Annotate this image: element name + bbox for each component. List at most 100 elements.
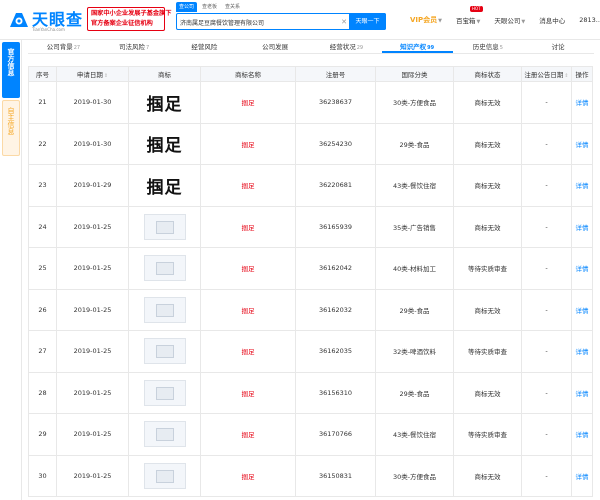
- table-row: 28 2019-01-25 掴足 36156310 29类-食品 商标无效 - 详情: [28, 371, 593, 414]
- tianyan-company-link[interactable]: 天眼公司▼: [494, 15, 525, 25]
- clear-icon[interactable]: ✕: [339, 17, 349, 27]
- trademark-cell: [128, 205, 201, 248]
- details-link[interactable]: 详情: [576, 141, 589, 149]
- tab-count: 29: [356, 45, 364, 51]
- trademark-status: 商标无效: [453, 122, 522, 165]
- section-tabs: 公司背景27 司法风险7 经营风险 公司发展 经营状况29 知识产权99 历史信…: [28, 40, 594, 54]
- user-account-link[interactable]: 2813...: [579, 16, 600, 24]
- top-nav: VIP会员▼ HOT 百宝箱▼ 天眼公司▼ 消息中心 2813...: [410, 6, 600, 26]
- details-link[interactable]: 详情: [576, 348, 589, 356]
- trademark-image[interactable]: [143, 421, 186, 448]
- col-header-status: 商标状态: [453, 66, 522, 82]
- apply-date: 2019-01-29: [56, 164, 129, 207]
- sort-icon[interactable]: ⇕: [104, 73, 108, 79]
- col-header-apply-date[interactable]: 申请日期⇕: [56, 66, 129, 82]
- trademark-image-placeholder: [155, 303, 174, 317]
- row-index: 22: [28, 122, 57, 165]
- row-index: 27: [28, 330, 57, 373]
- trademark-image-placeholder: [155, 262, 174, 276]
- vip-link[interactable]: VIP会员▼: [410, 15, 442, 25]
- trademark-status: 商标无效: [453, 205, 522, 248]
- tab-company-background[interactable]: 公司背景27: [28, 40, 99, 53]
- official-info-tab[interactable]: 官方信息: [2, 42, 20, 98]
- trademark-status: 商标无效: [453, 454, 522, 497]
- intl-class: 30类-方便食品: [375, 454, 454, 497]
- details-link[interactable]: 详情: [576, 265, 589, 273]
- table-row: 25 2019-01-25 掴足 36162042 40类-材料加工 等待实质审查 - 详情: [28, 247, 593, 290]
- details-link[interactable]: 详情: [576, 431, 589, 439]
- tab-history[interactable]: 历史信息5: [453, 40, 524, 53]
- trademark-image[interactable]: [143, 462, 186, 489]
- self-info-label: 自主信息: [7, 107, 15, 135]
- intl-class: 32类-啤酒饮料: [375, 330, 454, 373]
- certification-banner[interactable]: 国家中小企业发展子基金旗下 官方备案企业征信机构: [87, 7, 171, 31]
- trademark-name: 掴足: [241, 306, 255, 315]
- banner-line-2: 官方备案企业征信机构: [91, 20, 153, 27]
- details-link[interactable]: 详情: [576, 307, 589, 315]
- trademark-image[interactable]: [143, 338, 186, 365]
- search-input[interactable]: [180, 16, 340, 28]
- trademark-name-cell: 掴足: [200, 164, 296, 207]
- tab-label: 司法风险: [119, 43, 146, 51]
- details-link[interactable]: 详情: [576, 224, 589, 232]
- logo-url: TianYanCha.com: [32, 27, 65, 32]
- trademark-name: 掴足: [241, 389, 255, 398]
- col-header-index: 序号: [28, 66, 57, 82]
- search-button[interactable]: 天眼一下: [349, 13, 386, 30]
- trademark-name-cell: 掴足: [200, 413, 296, 456]
- site-logo[interactable]: 天眼查 TianYanCha.com: [8, 5, 86, 35]
- trademark-name: 掴足: [241, 348, 255, 357]
- trademark-image[interactable]: [143, 255, 186, 282]
- reg-number: 36156310: [295, 371, 376, 414]
- sort-icon[interactable]: ⇕: [564, 73, 568, 79]
- trademark-image-placeholder: [155, 428, 174, 442]
- tab-company-development[interactable]: 公司发展: [240, 40, 311, 53]
- trademark-text: 掴足: [146, 136, 183, 157]
- tab-judicial-risk[interactable]: 司法风险7: [99, 40, 170, 53]
- row-index: 23: [28, 164, 57, 207]
- chevron-down-icon: ▼: [521, 19, 526, 25]
- action-cell: 详情: [571, 247, 593, 290]
- intl-class: 30类-方便食品: [375, 81, 454, 124]
- trademark-image-placeholder: [155, 469, 174, 483]
- hot-badge: HOT: [470, 6, 483, 12]
- self-info-tab[interactable]: 自主信息: [2, 100, 20, 156]
- row-index: 29: [28, 413, 57, 456]
- tab-operating-status[interactable]: 经营状况29: [311, 40, 382, 53]
- search-tab-company[interactable]: 查公司: [176, 2, 198, 12]
- pub-date: -: [521, 122, 572, 165]
- tab-operating-risk[interactable]: 经营风险: [170, 40, 241, 53]
- tab-intellectual-property[interactable]: 知识产权99: [381, 40, 453, 53]
- official-info-label: 官方信息: [7, 48, 15, 76]
- vip-label: VIP会员: [410, 16, 438, 24]
- tab-discussion[interactable]: 讨论: [523, 40, 594, 53]
- trademark-image[interactable]: [143, 213, 186, 240]
- search-tab-relation[interactable]: 查关系: [222, 2, 243, 12]
- action-cell: 详情: [571, 454, 593, 497]
- table-row: 24 2019-01-25 掴足 36165939 35类-广告销售 商标无效 - 详情: [28, 205, 593, 248]
- search-tab-boss[interactable]: 查老板: [199, 2, 220, 12]
- reg-number: 36165939: [295, 205, 376, 248]
- trademark-name-cell: 掴足: [200, 454, 296, 497]
- baibao-link[interactable]: HOT 百宝箱▼: [456, 6, 483, 25]
- tab-label: 讨论: [551, 43, 565, 51]
- tab-label: 经营风险: [191, 43, 218, 51]
- details-link[interactable]: 详情: [576, 182, 589, 190]
- reg-number: 36162032: [295, 288, 376, 331]
- message-center-link[interactable]: 消息中心: [539, 15, 565, 25]
- col-header-pub-date[interactable]: 注册公告日期⇕: [521, 66, 572, 82]
- trademark-status: 商标无效: [453, 164, 522, 207]
- col-header-label: 注册公告日期: [524, 71, 564, 79]
- table-row: 21 2019-01-30 掴足 掴足 36238637 30类-方便食品 商标无效 - 详情: [28, 81, 593, 124]
- trademark-cell: [128, 330, 201, 373]
- tab-count: 99: [427, 45, 435, 51]
- trademark-image[interactable]: [143, 296, 186, 323]
- details-link[interactable]: 详情: [576, 390, 589, 398]
- details-link[interactable]: 详情: [576, 99, 589, 107]
- trademark-name: 掴足: [241, 182, 255, 191]
- pub-date: -: [521, 205, 572, 248]
- details-link[interactable]: 详情: [576, 473, 589, 481]
- tab-count: 27: [73, 45, 81, 51]
- top-bar: 天眼查 TianYanCha.com 国家中小企业发展子基金旗下 官方备案企业征…: [0, 0, 600, 40]
- trademark-image[interactable]: [143, 379, 186, 406]
